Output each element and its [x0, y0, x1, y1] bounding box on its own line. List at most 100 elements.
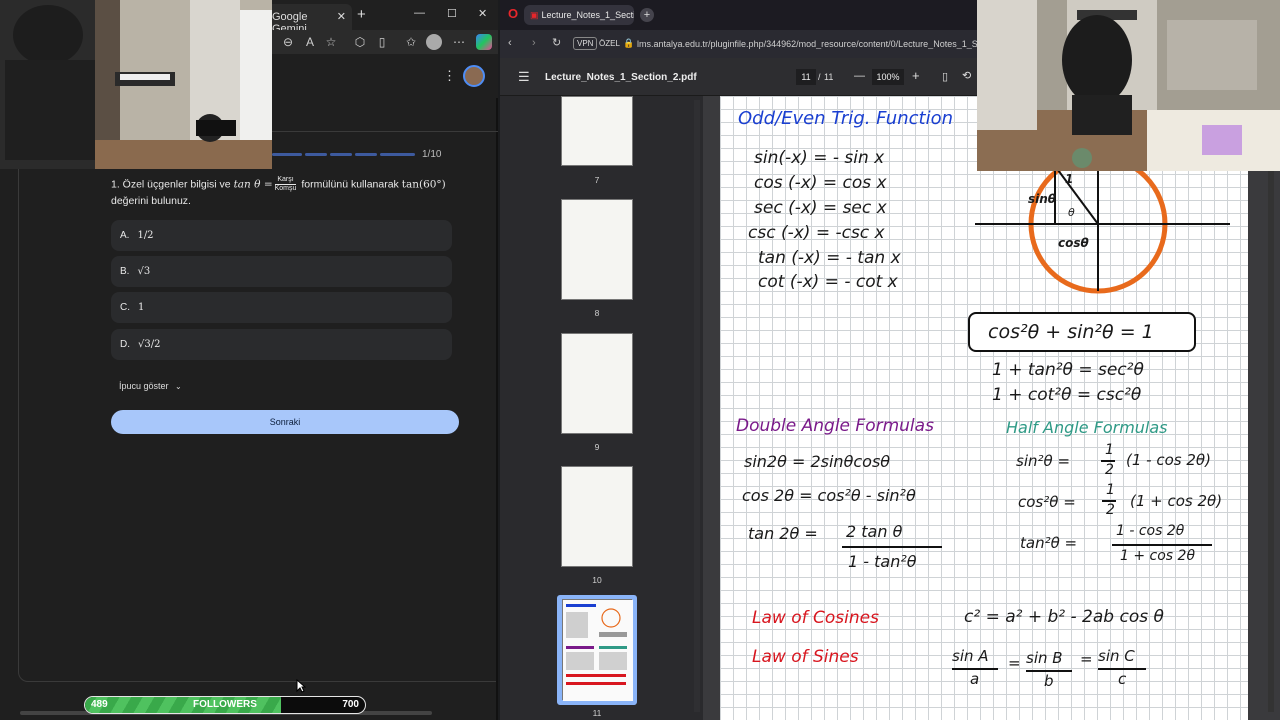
favorites-icon[interactable]: ✩: [403, 34, 419, 50]
half-angle-cos-lhs: cos²θ =: [1018, 493, 1076, 511]
new-tab-button[interactable]: +: [640, 8, 654, 22]
half-angle-numerator: 1: [1106, 482, 1115, 498]
odd-even-line: cos (-x) = cos x: [754, 173, 887, 193]
show-hint-toggle[interactable]: İpucu göster ⌄: [119, 381, 182, 391]
reload-icon[interactable]: ↻: [552, 36, 561, 49]
question-target: tan(60°): [401, 178, 446, 191]
double-angle-cos: cos 2θ = cos²θ - sin²θ: [742, 486, 916, 505]
thumbnail-page-9[interactable]: [561, 333, 633, 434]
odd-even-line: sin(-x) = - sin x: [754, 148, 885, 168]
law-of-sines-numerator: sin C: [1098, 647, 1135, 665]
mouse-cursor-icon: [296, 679, 306, 693]
kebab-menu-icon[interactable]: ⋮: [443, 68, 456, 84]
question-middle: formülünü kullanarak: [301, 178, 399, 191]
zoom-out-button[interactable]: —: [854, 70, 865, 82]
page-scrollbar[interactable]: [1268, 100, 1274, 712]
equals-sign: =: [1080, 650, 1093, 668]
odd-even-line: tan (-x) = - tan x: [758, 248, 901, 268]
hamburger-menu-icon[interactable]: ☰: [518, 69, 530, 85]
circle-cos-label: cosθ: [1058, 236, 1089, 250]
answer-option-c[interactable]: C. 1: [111, 292, 452, 323]
extensions-icon[interactable]: ⬡: [352, 34, 368, 50]
half-angle-numerator: 1: [1105, 442, 1114, 458]
option-value: 1: [138, 302, 145, 313]
law-of-sines-denominator: b: [1044, 672, 1054, 690]
option-letter: B.: [120, 266, 130, 277]
half-angle-tan-numerator: 1 - cos 2θ: [1116, 523, 1185, 539]
option-value: 1/2: [137, 230, 154, 241]
close-tab-icon[interactable]: ✕: [337, 10, 346, 23]
half-angle-cos-rhs: (1 + cos 2θ): [1130, 492, 1223, 510]
question-prefix: 1. Özel üçgenler bilgisi ve: [111, 178, 231, 191]
back-icon[interactable]: ‹: [508, 37, 512, 49]
law-of-sines-numerator: sin B: [1026, 649, 1063, 667]
law-of-cosines-title: Law of Cosines: [752, 608, 879, 628]
double-angle-tan-numerator: 2 tan θ: [846, 522, 903, 541]
option-letter: D.: [120, 339, 130, 350]
circle-sin-label: sinθ: [1028, 192, 1057, 206]
new-tab-button[interactable]: +: [357, 6, 366, 23]
followers-current: 489: [91, 699, 108, 710]
option-letter: C.: [120, 302, 130, 313]
thumbnail-page-7[interactable]: [561, 96, 633, 166]
close-window-button[interactable]: ✕: [478, 7, 487, 20]
chevron-down-icon: ⌄: [175, 382, 182, 391]
question-suffix: değerini bulunuz.: [111, 195, 191, 207]
thumbnail-label: 10: [592, 575, 602, 585]
maximize-button[interactable]: ☐: [447, 7, 457, 20]
odd-even-line: csc (-x) = -csc x: [748, 223, 885, 243]
option-value: √3: [137, 266, 151, 277]
split-screen-icon[interactable]: ▯: [374, 34, 390, 50]
tab-google-gemini[interactable]: Google Gemini ✕: [262, 4, 352, 35]
page-separator: /: [818, 72, 821, 82]
question-text: 1. Özel üçgenler bilgisi ve tan θ = Karşı…: [111, 176, 471, 209]
minimize-button[interactable]: —: [414, 7, 425, 19]
quiz-card: [18, 132, 496, 682]
progress-segment: [355, 153, 377, 156]
thumbnail-page-8[interactable]: [561, 199, 633, 300]
law-of-sines-numerator: sin A: [952, 647, 989, 665]
thumbnail-page-11[interactable]: [562, 599, 633, 701]
webcam-overlay-left: [0, 0, 272, 169]
opera-logo-icon: O: [508, 6, 519, 21]
vpn-badge[interactable]: VPN: [573, 37, 598, 50]
odd-even-title: Odd/Even Trig. Function: [738, 108, 953, 129]
fraction-bar: [842, 546, 942, 548]
more-menu-icon[interactable]: ⋯: [451, 34, 467, 50]
equals-sign: =: [1008, 654, 1021, 672]
avatar[interactable]: [463, 65, 485, 87]
rotate-icon[interactable]: ⟲: [962, 69, 971, 82]
zoom-in-button[interactable]: +: [912, 68, 920, 83]
pythagorean-identity-box: cos²θ + sin²θ = 1: [968, 312, 1196, 352]
pythagorean-cot: 1 + cot²θ = csc²θ: [992, 385, 1142, 405]
half-angle-denominator: 2: [1105, 462, 1114, 478]
pythagorean-main: cos²θ + sin²θ = 1: [988, 321, 1154, 343]
read-aloud-icon[interactable]: A: [302, 34, 318, 50]
odd-even-line: cot (-x) = - cot x: [758, 272, 898, 292]
url-field[interactable]: lms.antalya.edu.tr/pluginfile.php/344962…: [637, 39, 977, 49]
thumbnail-page-10[interactable]: [561, 466, 633, 567]
circle-angle-label: θ: [1068, 206, 1075, 219]
zoom-level-input[interactable]: 100%: [872, 69, 904, 85]
answer-option-a[interactable]: A. 1/2: [111, 220, 452, 251]
thumbnail-label: 8: [594, 308, 600, 318]
double-angle-title: Double Angle Formulas: [736, 416, 934, 436]
thumbnail-label: 11: [592, 708, 602, 718]
page-number-input[interactable]: 11: [796, 69, 816, 85]
fit-page-icon[interactable]: ▯: [942, 70, 948, 83]
thumbnail-scrollbar[interactable]: [694, 100, 700, 712]
law-of-sines-denominator: c: [1118, 670, 1127, 688]
favorite-star-icon[interactable]: ☆: [323, 34, 339, 50]
double-angle-sin: sin2θ = 2sinθcosθ: [744, 452, 891, 471]
zoom-icon[interactable]: ⊖: [280, 34, 296, 50]
half-angle-sin-lhs: sin²θ =: [1016, 452, 1071, 470]
forward-icon[interactable]: ›: [532, 37, 536, 49]
half-angle-title: Half Angle Formulas: [1006, 418, 1168, 437]
followers-goal: 700: [342, 699, 359, 710]
answer-option-b[interactable]: B. √3: [111, 256, 452, 287]
copilot-icon[interactable]: [476, 34, 492, 50]
profile-icon[interactable]: [426, 34, 442, 50]
answer-option-d[interactable]: D. √3/2: [111, 329, 452, 360]
tab-lecture-notes[interactable]: ▣Lecture_Notes_1_Section: [524, 5, 634, 25]
next-button[interactable]: Sonraki: [111, 410, 459, 434]
